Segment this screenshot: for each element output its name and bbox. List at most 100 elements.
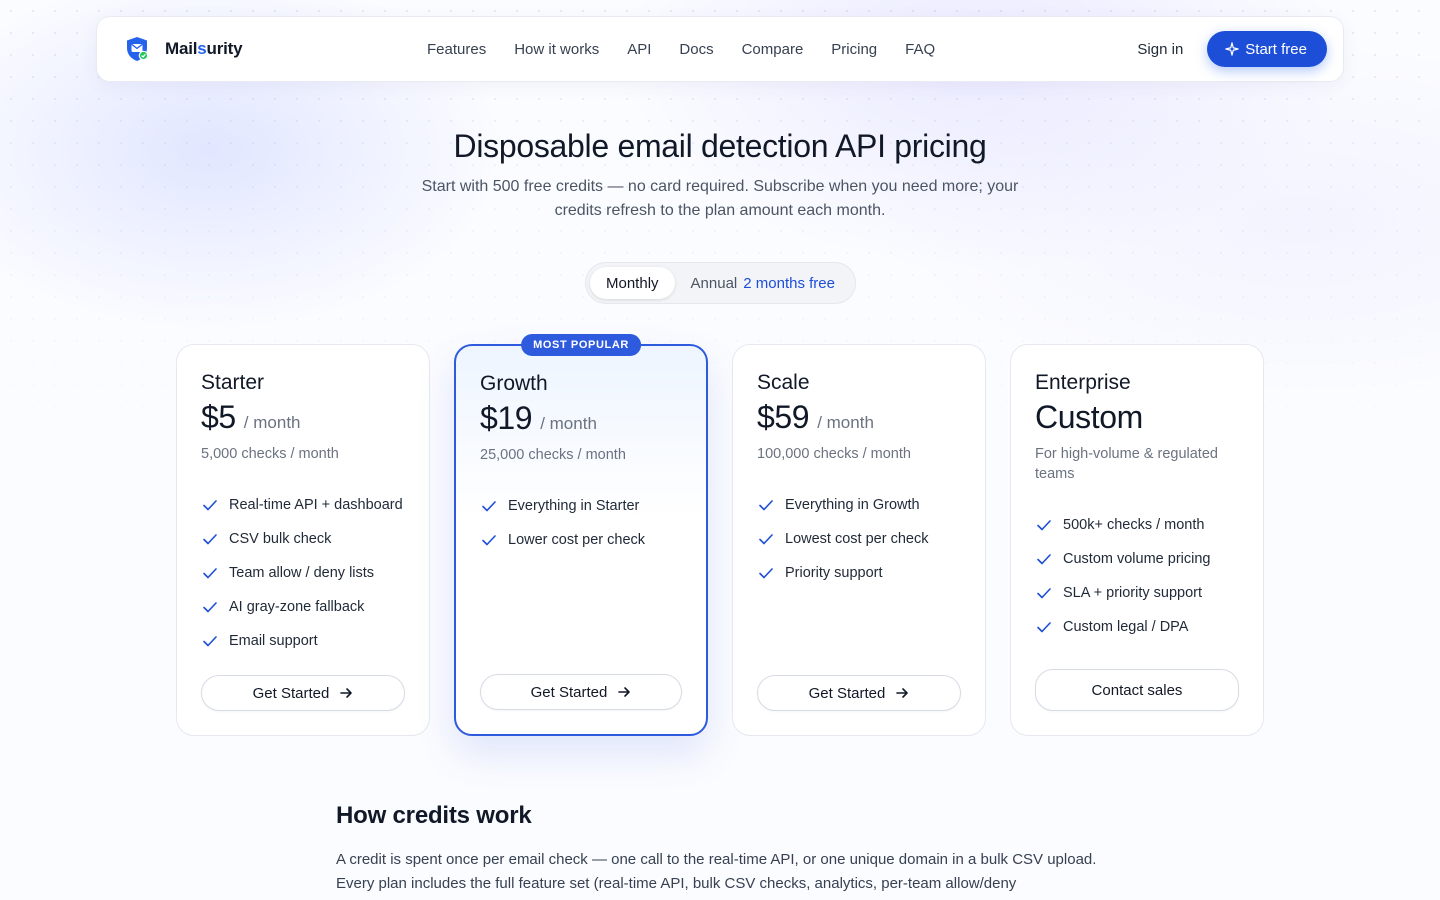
plan-name: Enterprise xyxy=(1035,371,1131,394)
start-free-label: Start free xyxy=(1245,40,1307,58)
check-icon xyxy=(203,636,217,647)
plan-card-enterprise: Enterprise Custom For high-volume & regu… xyxy=(1010,344,1264,736)
feature-item: Priority support xyxy=(757,556,961,590)
price-row: $59 / month xyxy=(757,399,961,436)
billing-monthly-option[interactable]: Monthly xyxy=(590,267,675,299)
credits-section-title: How credits work xyxy=(336,802,532,829)
nav-link-faq[interactable]: FAQ xyxy=(905,41,935,58)
cta-label: Get Started xyxy=(252,684,330,702)
check-icon xyxy=(759,534,773,545)
shield-mail-logo-icon xyxy=(127,37,149,61)
billing-toggle: Monthly Annual 2 months free xyxy=(585,262,856,304)
check-icon xyxy=(203,500,217,511)
plan-period: / month xyxy=(243,413,301,432)
price-row: $19 / month xyxy=(480,400,682,437)
check-icon xyxy=(203,568,217,579)
feature-list: Everything in Growth Lowest cost per che… xyxy=(757,488,961,590)
feature-item: Custom volume pricing xyxy=(1035,542,1239,576)
feature-item: Lower cost per check xyxy=(480,523,682,557)
check-icon xyxy=(203,602,217,613)
nav-link-docs[interactable]: Docs xyxy=(679,41,713,58)
feature-item: Everything in Starter xyxy=(480,489,682,523)
check-icon xyxy=(1037,588,1051,599)
brand[interactable]: Mailsurity xyxy=(123,35,423,63)
plan-price: $19 xyxy=(480,400,533,436)
plan-card-starter: Starter $5 / month 5,000 checks / month … xyxy=(176,344,430,736)
arrow-right-icon xyxy=(618,687,631,697)
arrow-right-icon xyxy=(896,688,909,698)
feature-label: Priority support xyxy=(785,565,883,581)
start-free-button[interactable]: Start free xyxy=(1207,31,1327,67)
brand-name: Mailsurity xyxy=(165,39,243,58)
get-started-scale-button[interactable]: Get Started xyxy=(757,675,961,711)
plan-name: Growth xyxy=(480,372,548,395)
feature-item: Real-time API + dashboard xyxy=(201,488,405,522)
get-started-growth-button[interactable]: Get Started xyxy=(480,674,682,710)
feature-item: Lowest cost per check xyxy=(757,522,961,556)
check-icon xyxy=(759,568,773,579)
feature-item: Email support xyxy=(201,624,405,658)
plan-checks: 25,000 checks / month xyxy=(480,447,626,463)
plan-card-scale: Scale $59 / month 100,000 checks / month… xyxy=(732,344,986,736)
billing-annual-option[interactable]: Annual 2 months free xyxy=(675,267,851,299)
feature-item: SLA + priority support xyxy=(1035,576,1239,610)
feature-label: CSV bulk check xyxy=(229,531,332,547)
feature-label: SLA + priority support xyxy=(1063,585,1203,601)
check-icon xyxy=(1037,520,1051,531)
plan-card-growth: MOST POPULAR Growth $19 / month 25,000 c… xyxy=(454,334,708,736)
plan-checks: For high-volume & regulated teams xyxy=(1035,446,1218,482)
feature-item: CSV bulk check xyxy=(201,522,405,556)
feature-label: AI gray-zone fallback xyxy=(229,599,365,615)
check-icon xyxy=(1037,554,1051,565)
plan-checks: 100,000 checks / month xyxy=(757,446,911,462)
most-popular-badge: MOST POPULAR xyxy=(521,334,641,356)
feature-list: Everything in Starter Lower cost per che… xyxy=(480,489,682,557)
cta-label: Get Started xyxy=(530,683,608,701)
feature-label: Email support xyxy=(229,633,318,649)
plan-price: $59 xyxy=(757,399,810,435)
check-icon xyxy=(203,534,217,545)
check-icon xyxy=(482,535,496,546)
feature-label: Lowest cost per check xyxy=(785,531,929,547)
arrow-right-icon xyxy=(340,688,353,698)
plan-checks: 5,000 checks / month xyxy=(201,446,339,462)
get-started-starter-button[interactable]: Get Started xyxy=(201,675,405,711)
feature-label: Custom legal / DPA xyxy=(1063,619,1189,635)
sparkle-icon xyxy=(1225,42,1240,56)
price-row: Custom xyxy=(1035,399,1239,436)
cta-label: Get Started xyxy=(808,684,886,702)
feature-item: Custom legal / DPA xyxy=(1035,610,1239,644)
annual-discount-badge: 2 months free xyxy=(743,274,835,292)
nav-link-api[interactable]: API xyxy=(627,41,651,58)
nav-actions: Sign in Start free xyxy=(1137,31,1327,67)
cta-label: Contact sales xyxy=(1091,681,1183,699)
plan-price: Custom xyxy=(1035,399,1143,435)
check-icon xyxy=(1037,622,1051,633)
sign-in-link[interactable]: Sign in xyxy=(1137,41,1183,58)
page-title: Disposable email detection API pricing xyxy=(453,128,987,164)
feature-label: Custom volume pricing xyxy=(1063,551,1211,567)
plan-period: / month xyxy=(817,413,874,432)
check-icon xyxy=(482,501,496,512)
nav-link-features[interactable]: Features xyxy=(427,41,486,58)
feature-label: 500k+ checks / month xyxy=(1063,517,1205,533)
feature-label: Everything in Starter xyxy=(508,498,640,514)
plan-price: $5 xyxy=(201,399,236,435)
top-navbar: Mailsurity Features How it works API Doc… xyxy=(96,16,1344,82)
feature-item: Team allow / deny lists xyxy=(201,556,405,590)
page-subtitle: Start with 500 free credits — no card re… xyxy=(421,178,1019,219)
feature-list: Real-time API + dashboard CSV bulk check… xyxy=(201,488,405,658)
nav-link-how-it-works[interactable]: How it works xyxy=(514,41,599,58)
feature-label: Team allow / deny lists xyxy=(229,565,375,581)
contact-sales-button[interactable]: Contact sales xyxy=(1035,669,1239,711)
price-row: $5 / month xyxy=(201,399,405,436)
plan-period: / month xyxy=(540,414,597,433)
feature-item: AI gray-zone fallback xyxy=(201,590,405,624)
nav-link-pricing[interactable]: Pricing xyxy=(831,41,877,58)
plan-name: Starter xyxy=(201,371,265,394)
nav-links: Features How it works API Docs Compare P… xyxy=(427,41,935,58)
billing-annual-label: Annual xyxy=(690,274,738,292)
plan-name: Scale xyxy=(757,371,810,394)
feature-item: 500k+ checks / month xyxy=(1035,508,1239,542)
nav-link-compare[interactable]: Compare xyxy=(742,41,804,58)
